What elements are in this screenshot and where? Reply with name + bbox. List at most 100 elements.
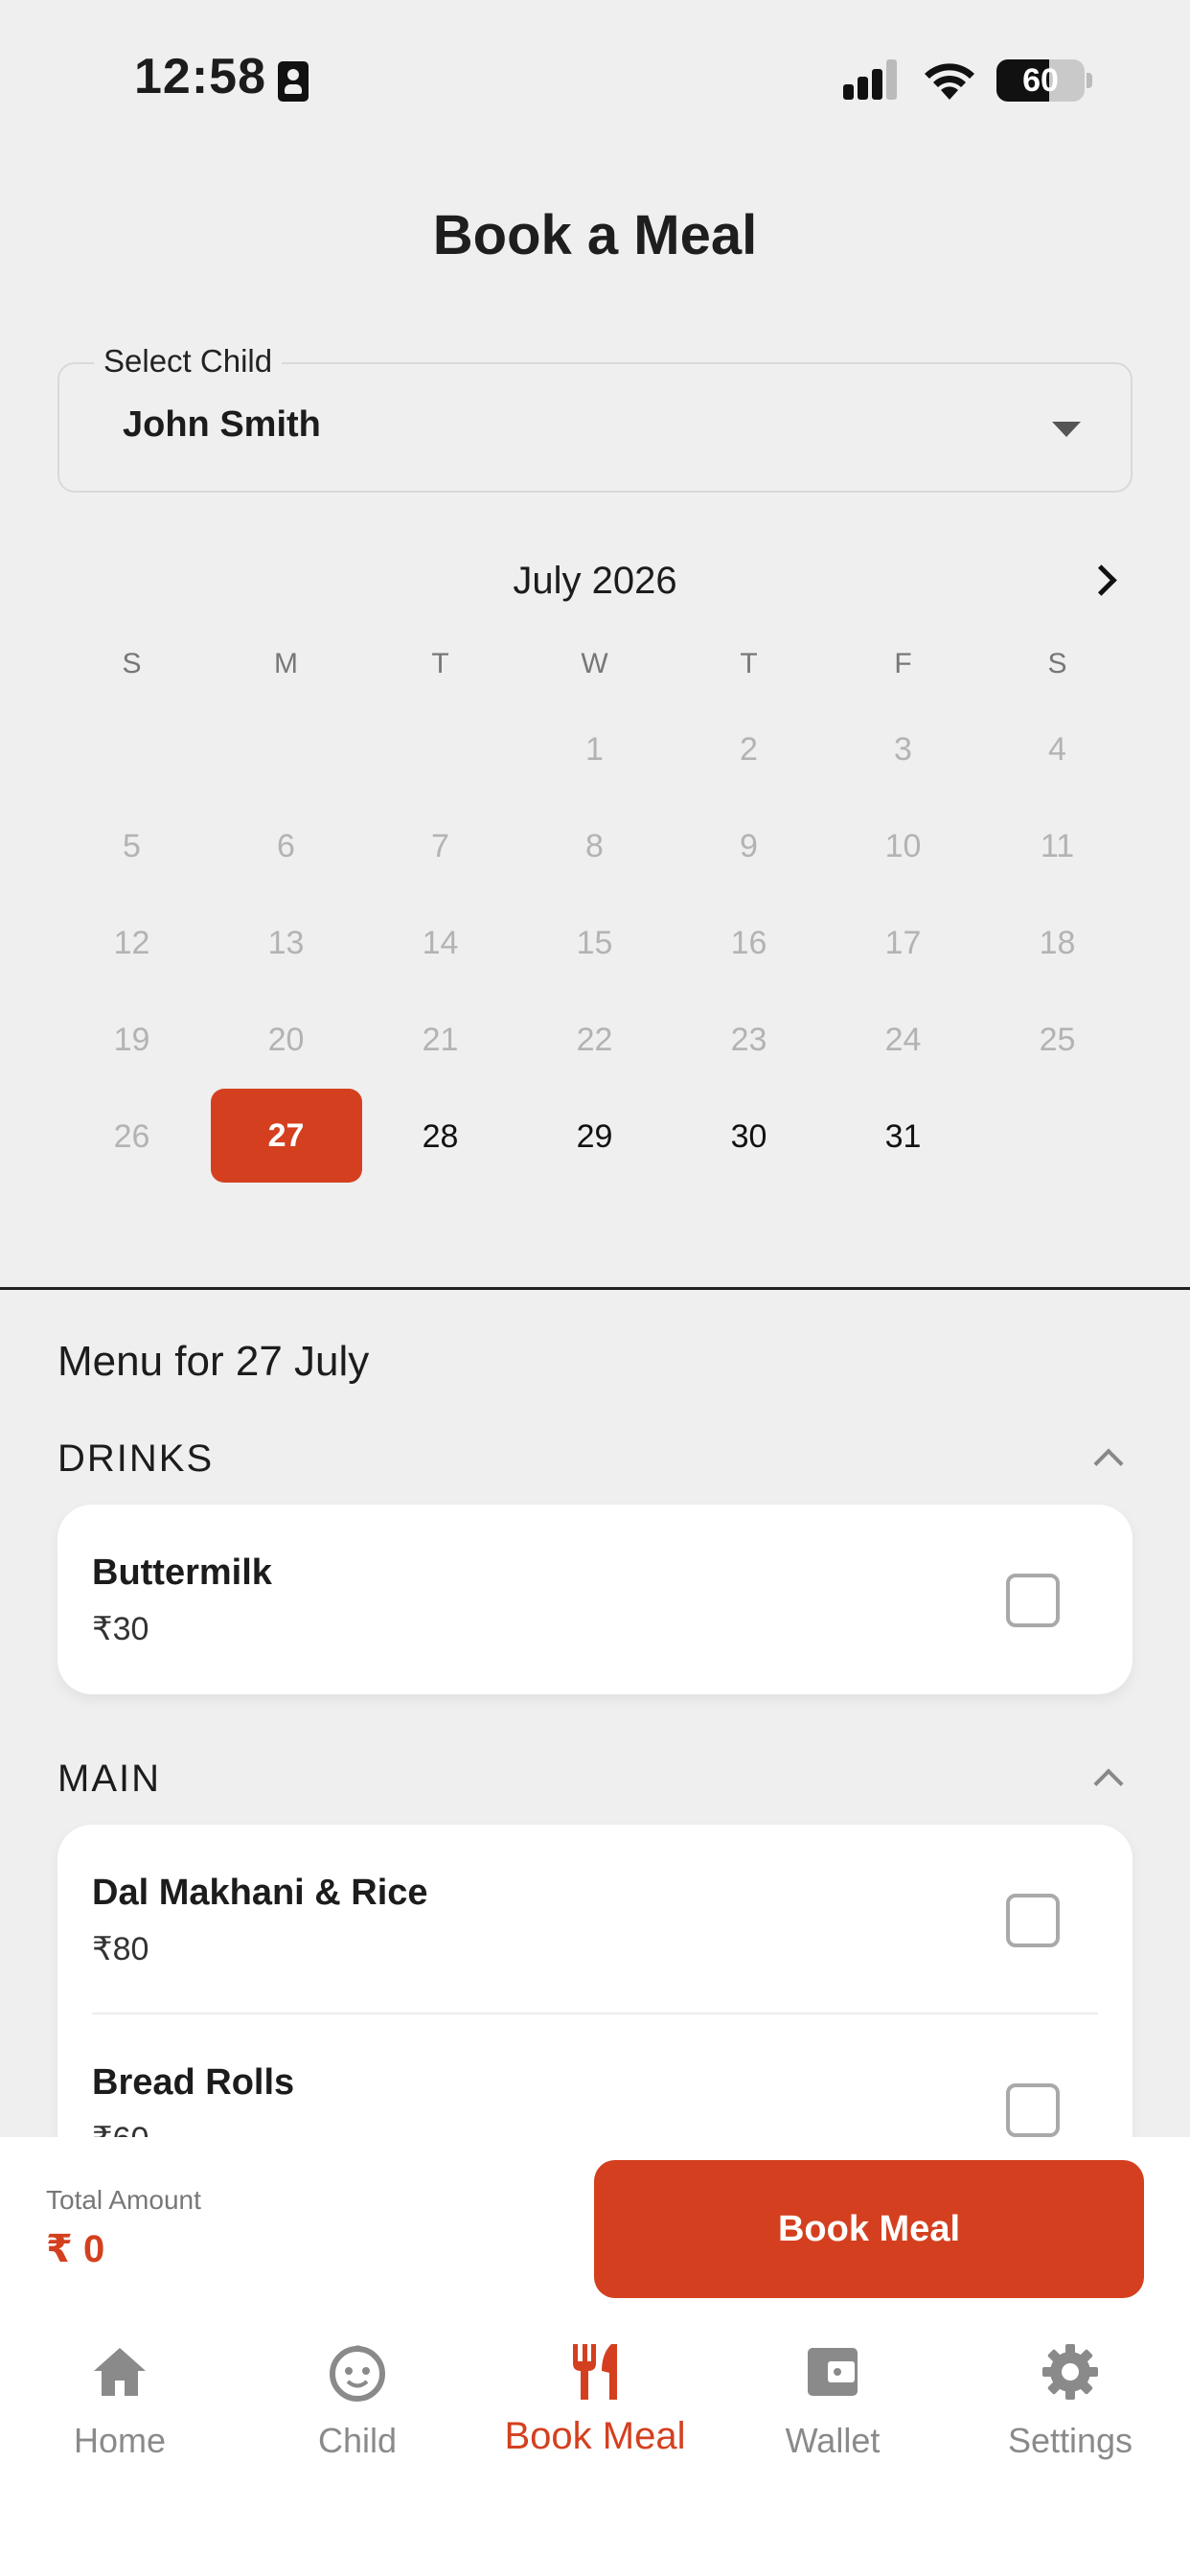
tab-book-meal[interactable]: Book Meal bbox=[476, 2338, 714, 2458]
tab-settings[interactable]: Settings bbox=[951, 2338, 1189, 2461]
calendar-day: 9 bbox=[740, 828, 758, 864]
calendar-week-row: 19 20 21 22 23 24 25 bbox=[55, 992, 1135, 1089]
menu-item[interactable]: Dal Makhani & Rice ₹80 bbox=[57, 1825, 1133, 2014]
calendar-day: 16 bbox=[730, 925, 767, 961]
tab-label: Settings bbox=[1007, 2421, 1133, 2460]
total-amount-label: Total Amount bbox=[46, 2185, 201, 2215]
calendar-day: 17 bbox=[884, 925, 922, 961]
divider bbox=[0, 1287, 1190, 1290]
calendar-day: 11 bbox=[1040, 828, 1075, 864]
contact-card-icon bbox=[278, 61, 309, 102]
calendar-day: 6 bbox=[277, 828, 295, 864]
wifi-icon bbox=[925, 63, 974, 100]
calendar-day-empty bbox=[363, 702, 517, 798]
calendar-week-row: 1 2 3 4 bbox=[55, 702, 1135, 798]
section-header-drinks[interactable]: DRINKS bbox=[57, 1438, 1133, 1481]
weekday-label: T bbox=[740, 648, 758, 679]
section-title: DRINKS bbox=[57, 1438, 215, 1480]
total-amount-value: ₹ 0 bbox=[46, 2228, 105, 2270]
calendar-day-empty bbox=[209, 702, 363, 798]
calendar-day: 5 bbox=[123, 828, 141, 864]
calendar-day: 1 bbox=[585, 731, 604, 768]
section-title: MAIN bbox=[57, 1758, 161, 1800]
menu-title: Menu for 27 July bbox=[57, 1338, 370, 1385]
calendar-grid: S M T W T F S 1 2 3 4 5 6 7 8 9 10 11 12 13 14 15 16 17 18 19 20 21… bbox=[55, 640, 1135, 1185]
calendar-day: 14 bbox=[422, 925, 459, 961]
weekday-label: M bbox=[274, 648, 298, 679]
weekday-label: T bbox=[431, 648, 449, 679]
calendar-day: 13 bbox=[267, 925, 305, 961]
menu-item[interactable]: Buttermilk ₹30 bbox=[57, 1505, 1133, 1694]
page-title: Book a Meal bbox=[432, 204, 758, 266]
menu-item-price: ₹30 bbox=[92, 1611, 149, 1647]
calendar-week-row: 5 6 7 8 9 10 11 bbox=[55, 798, 1135, 895]
calendar-day-selected[interactable]: 27 bbox=[210, 1089, 362, 1183]
calendar-day: 15 bbox=[576, 925, 613, 961]
next-month-chevron-icon[interactable] bbox=[1083, 554, 1121, 608]
booking-bar: Total Amount ₹ 0 Book Meal bbox=[0, 2137, 1190, 2315]
calendar-day: 24 bbox=[884, 1022, 922, 1058]
weekday-label: W bbox=[581, 648, 608, 679]
status-bar: 12:58 60 bbox=[0, 0, 1190, 163]
calendar-day-empty bbox=[980, 1089, 1134, 1185]
calendar-day-empty bbox=[55, 702, 209, 798]
tab-bar: Home Child Book Meal Wallet Settings bbox=[0, 2315, 1190, 2576]
cellular-signal-icon bbox=[843, 59, 904, 100]
calendar-day[interactable]: 29 bbox=[517, 1089, 672, 1185]
calendar-week-row: 12 13 14 15 16 17 18 bbox=[55, 895, 1135, 992]
calendar-day[interactable]: 30 bbox=[672, 1089, 826, 1185]
tab-label: Child bbox=[317, 2421, 398, 2460]
calendar-week-row: 26 27 28 29 30 31 bbox=[55, 1089, 1135, 1185]
wallet-icon bbox=[808, 2348, 858, 2396]
select-child-value: John Smith bbox=[123, 404, 321, 445]
tab-label: Wallet bbox=[785, 2421, 881, 2460]
calendar-day: 20 bbox=[267, 1022, 305, 1058]
calendar-day: 2 bbox=[740, 731, 758, 768]
calendar-day: 3 bbox=[894, 731, 912, 768]
menu-card-drinks: Buttermilk ₹30 bbox=[57, 1505, 1133, 1694]
menu-item-name: Dal Makhani & Rice bbox=[92, 1873, 428, 1913]
chevron-up-icon[interactable] bbox=[1093, 1768, 1124, 1799]
calendar-day: 12 bbox=[113, 925, 150, 961]
calendar-day: 22 bbox=[576, 1022, 613, 1058]
weekday-label: F bbox=[894, 648, 912, 679]
calendar-day: 18 bbox=[1039, 925, 1076, 961]
gear-icon bbox=[1042, 2344, 1098, 2400]
battery-level: 60 bbox=[1022, 62, 1059, 99]
weekday-header-row: SMTWTFS bbox=[55, 640, 1135, 702]
calendar-day: 8 bbox=[585, 828, 604, 864]
child-face-icon bbox=[330, 2345, 385, 2402]
calendar-day: 23 bbox=[730, 1022, 767, 1058]
status-time: 12:58 bbox=[134, 49, 266, 104]
calendar-day[interactable]: 28 bbox=[363, 1089, 517, 1185]
tab-child[interactable]: Child bbox=[239, 2338, 476, 2461]
weekday-label: S bbox=[1047, 648, 1067, 679]
menu-item-name: Buttermilk bbox=[92, 1552, 272, 1593]
menu-item-name: Bread Rolls bbox=[92, 2062, 295, 2103]
calendar-day: 4 bbox=[1048, 731, 1066, 768]
tab-home[interactable]: Home bbox=[1, 2338, 239, 2461]
weekday-label: S bbox=[122, 648, 142, 679]
menu-item-checkbox[interactable] bbox=[1006, 2083, 1060, 2137]
tab-label: Book Meal bbox=[504, 2415, 686, 2457]
select-child-dropdown[interactable]: Select Child John Smith bbox=[57, 343, 1133, 493]
calendar-day: 26 bbox=[113, 1118, 150, 1155]
tab-label: Home bbox=[73, 2421, 167, 2460]
book-meal-button[interactable]: Book Meal bbox=[594, 2160, 1144, 2298]
battery-cap bbox=[1087, 73, 1092, 88]
section-header-main[interactable]: MAIN bbox=[57, 1758, 1133, 1801]
calendar-day: 10 bbox=[884, 828, 922, 864]
chevron-up-icon[interactable] bbox=[1093, 1448, 1124, 1479]
dropdown-caret-icon bbox=[1052, 422, 1081, 437]
calendar-day: 7 bbox=[431, 828, 449, 864]
calendar-day[interactable]: 31 bbox=[826, 1089, 980, 1185]
home-icon bbox=[94, 2348, 146, 2396]
calendar-month: July 2026 bbox=[513, 560, 677, 602]
menu-item-checkbox[interactable] bbox=[1006, 1574, 1060, 1627]
battery-icon: 60 bbox=[996, 59, 1085, 102]
calendar-day: 19 bbox=[113, 1022, 150, 1058]
calendar-day: 21 bbox=[422, 1022, 459, 1058]
tab-wallet[interactable]: Wallet bbox=[714, 2338, 951, 2461]
menu-item-price: ₹80 bbox=[92, 1931, 149, 1967]
menu-item-checkbox[interactable] bbox=[1006, 1894, 1060, 1947]
